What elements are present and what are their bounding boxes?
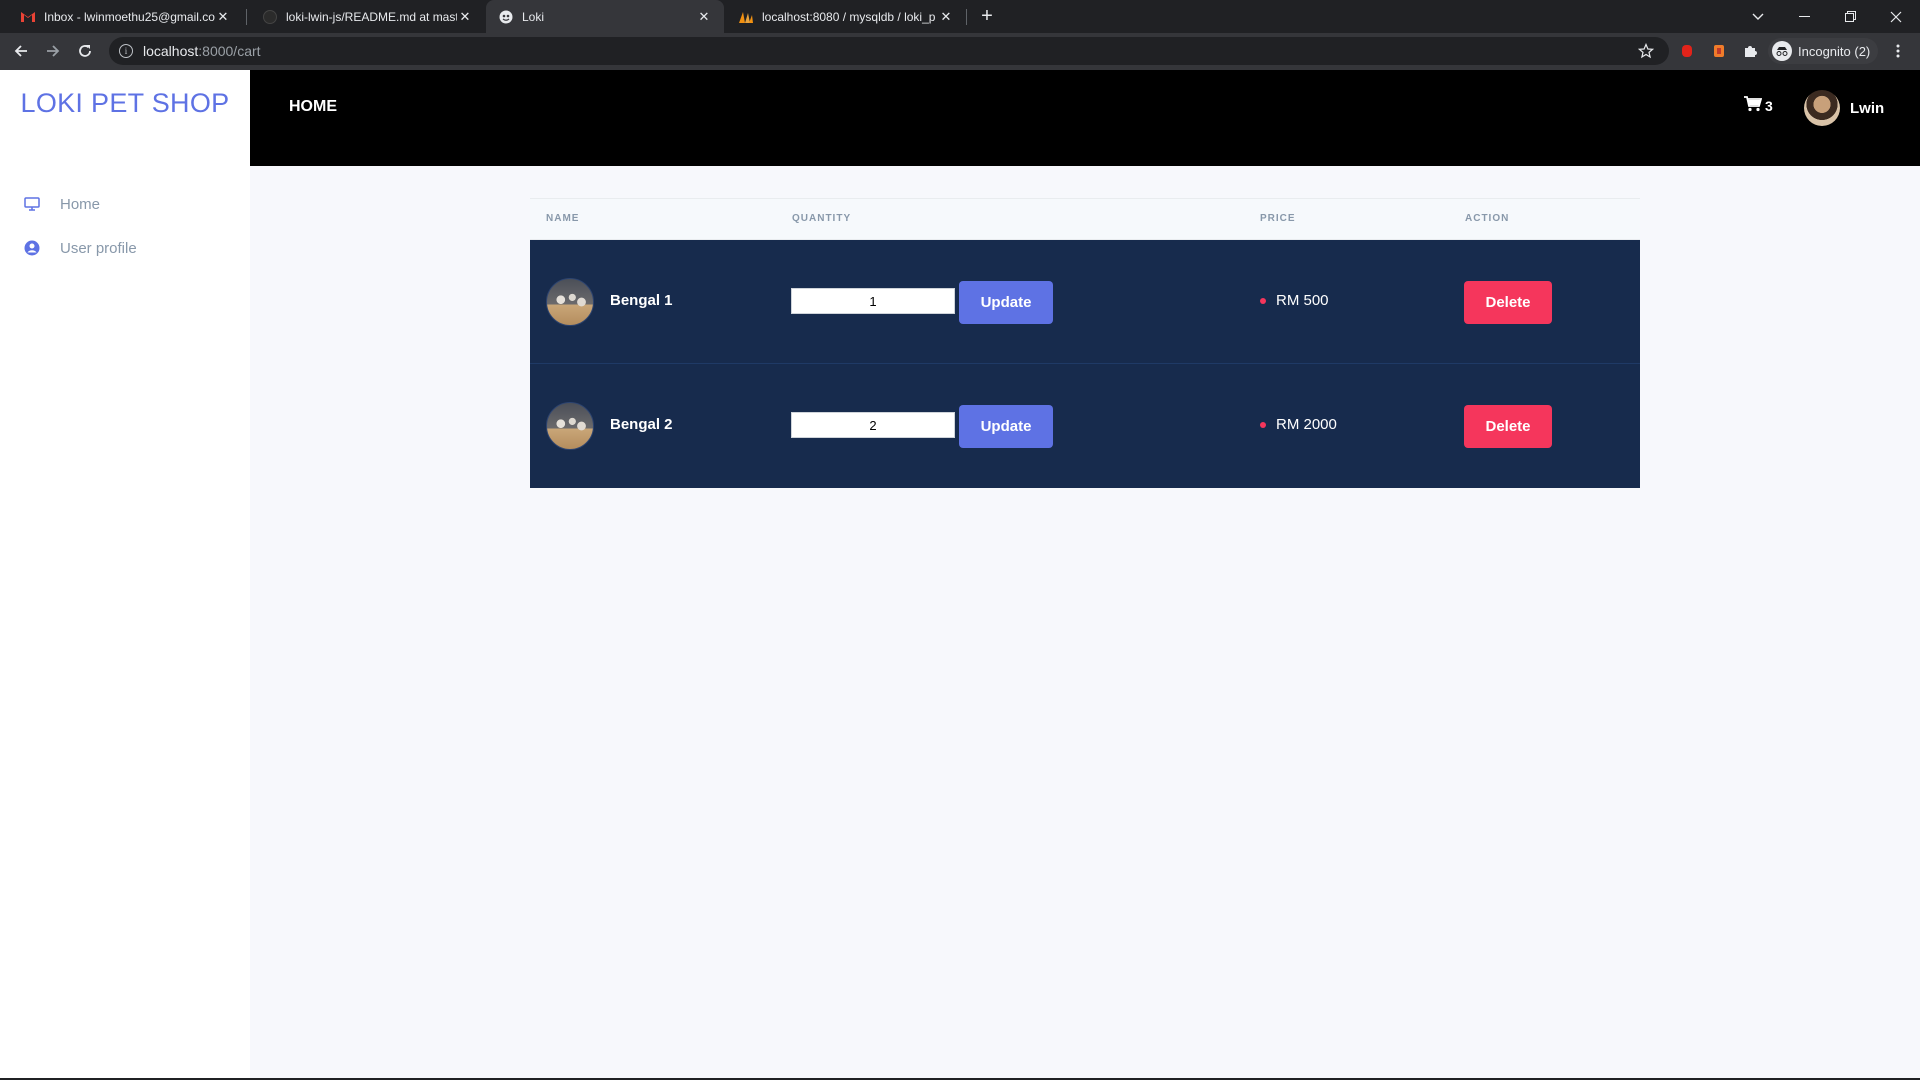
product-thumbnail: [546, 278, 594, 326]
tab-title: Loki: [522, 9, 545, 24]
product-thumbnail: [546, 402, 594, 450]
user-menu[interactable]: Lwin: [1804, 90, 1884, 126]
brand-logo-text[interactable]: LOKI PET SHOP: [0, 88, 250, 119]
site-info-icon[interactable]: i: [119, 44, 133, 58]
new-tab-plus-icon[interactable]: +: [976, 6, 998, 28]
tab-search-chevron-icon[interactable]: [1740, 0, 1776, 33]
user-name: Lwin: [1850, 99, 1885, 117]
sidebar-item-home[interactable]: Home: [24, 192, 100, 216]
update-button[interactable]: Update: [959, 405, 1053, 448]
bookmark-star-icon[interactable]: [1634, 39, 1658, 63]
window-close-icon[interactable]: [1878, 0, 1914, 33]
user-circle-icon: [24, 240, 40, 256]
main-content: NAME QUANTITY PRICE ACTION Bengal 1 Upda…: [250, 166, 1920, 1078]
product-name: Bengal 1: [610, 292, 673, 309]
browser-menu-icon[interactable]: [1886, 39, 1910, 63]
minimize-icon[interactable]: [1786, 0, 1822, 33]
browser-tab-gmail[interactable]: Inbox - lwinmoethu25@gmail.co ✕: [8, 0, 243, 33]
forward-arrow-icon[interactable]: [40, 38, 66, 64]
url-path: :8000/cart: [198, 43, 261, 59]
close-icon[interactable]: ✕: [696, 9, 712, 25]
price-value: RM 2000: [1276, 416, 1337, 433]
restore-icon[interactable]: [1832, 0, 1868, 33]
address-bar[interactable]: i localhost:8000/cart: [109, 37, 1669, 65]
update-button[interactable]: Update: [959, 281, 1053, 324]
status-dot: [1260, 421, 1266, 428]
sidebar-item-label: User profile: [60, 239, 137, 257]
table-row: Bengal 2 Update RM 2000 Delete: [530, 364, 1640, 488]
tab-title: localhost:8080 / mysqldb / loki_p: [762, 9, 936, 24]
cart-table: NAME QUANTITY PRICE ACTION Bengal 1 Upda…: [530, 198, 1640, 488]
top-navbar: HOME 3 Lwin: [250, 70, 1920, 166]
product-name: Bengal 2: [610, 416, 673, 433]
app-root: LOKI PET SHOP Home User profile HOME 3 L…: [0, 70, 1920, 1078]
status-dot: [1260, 297, 1266, 304]
incognito-label: Incognito (2): [1798, 43, 1871, 59]
price-value: RM 500: [1276, 292, 1329, 309]
quantity-input[interactable]: [791, 288, 955, 314]
close-icon[interactable]: ✕: [938, 9, 954, 25]
incognito-icon: [1772, 41, 1792, 61]
browser-tab-phpmyadmin[interactable]: localhost:8080 / mysqldb / loki_p ✕: [726, 0, 966, 33]
cart-count-badge: 3: [1765, 97, 1773, 114]
column-header-quantity: QUANTITY: [792, 213, 852, 224]
loki-icon: [498, 9, 514, 25]
table-row: Bengal 1 Update RM 500 Delete: [530, 240, 1640, 364]
extensions-puzzle-icon[interactable]: [1738, 39, 1762, 63]
phpmyadmin-icon: [738, 9, 754, 25]
extension-orange-icon[interactable]: [1707, 39, 1731, 63]
sidebar-item-label: Home: [60, 195, 101, 213]
avatar: [1804, 90, 1840, 126]
close-icon[interactable]: ✕: [215, 9, 231, 25]
table-body: Bengal 1 Update RM 500 Delete Bengal 2 U…: [530, 240, 1640, 488]
monitor-icon: [24, 196, 40, 212]
back-arrow-icon[interactable]: [8, 38, 34, 64]
browser-toolbar: i localhost:8000/cart Incognito (2): [0, 33, 1920, 70]
price-cell: RM 500: [1260, 292, 1329, 309]
sidebar-item-user-profile[interactable]: User profile: [24, 236, 137, 260]
cart-button[interactable]: 3: [1744, 96, 1773, 115]
browser-tab-bar: Inbox - lwinmoethu25@gmail.co ✕ loki-lwi…: [0, 0, 1920, 33]
browser-tab-github[interactable]: loki-lwin-js/README.md at maste ✕: [250, 0, 485, 33]
tab-separator: [966, 9, 967, 25]
gmail-icon: [20, 9, 36, 25]
column-header-action: ACTION: [1465, 213, 1510, 224]
cart-icon: [1744, 96, 1763, 115]
delete-button[interactable]: Delete: [1464, 281, 1552, 324]
column-header-price: PRICE: [1260, 213, 1296, 224]
delete-button[interactable]: Delete: [1464, 405, 1552, 448]
tab-title: Inbox - lwinmoethu25@gmail.co: [44, 9, 215, 24]
extension-red-icon[interactable]: [1675, 39, 1699, 63]
url-host: localhost: [143, 43, 199, 59]
github-icon: [262, 9, 278, 25]
sidebar: LOKI PET SHOP Home User profile: [0, 70, 250, 1078]
price-cell: RM 2000: [1260, 416, 1337, 433]
nav-home-link[interactable]: HOME: [289, 98, 337, 116]
quantity-input[interactable]: [791, 412, 955, 438]
tab-separator: [246, 9, 247, 25]
tab-title: loki-lwin-js/README.md at maste: [286, 9, 457, 24]
incognito-profile-button[interactable]: Incognito (2): [1768, 38, 1879, 64]
reload-icon[interactable]: [72, 38, 98, 64]
browser-tab-loki[interactable]: Loki ✕: [486, 0, 724, 33]
close-icon[interactable]: ✕: [457, 9, 473, 25]
table-header: NAME QUANTITY PRICE ACTION: [530, 198, 1640, 240]
column-header-name: NAME: [546, 213, 580, 224]
